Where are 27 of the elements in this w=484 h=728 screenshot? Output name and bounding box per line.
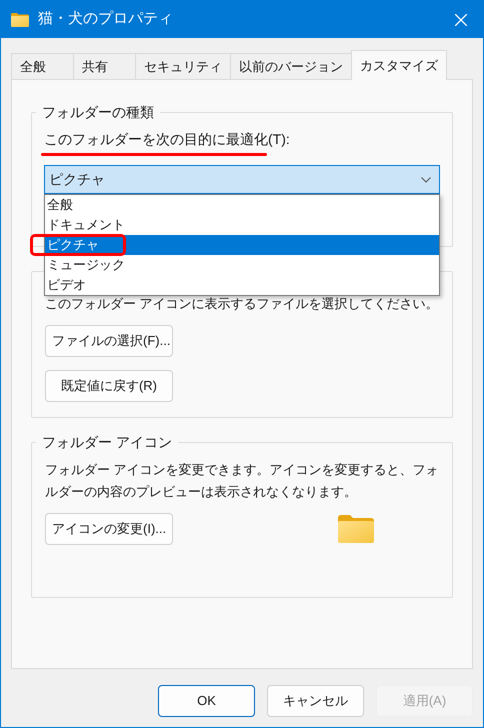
change-icon-button[interactable]: アイコンの変更(I)... [45,513,173,545]
tab[interactable]: 全般 [11,53,73,79]
field-label: このフォルダーを次の目的に最適化(T): [44,130,291,149]
dropdown-value: ピクチャ [49,170,105,189]
action-button[interactable]: 既定値に戻す(R) [45,370,173,402]
dialog-button[interactable]: OK [158,685,255,717]
dropdown-option[interactable]: 全般 [45,195,439,215]
dropdown-option[interactable]: ドキュメント [45,215,439,235]
dialog-button[interactable]: キャンセル [267,685,364,717]
tab[interactable]: カスタマイズ [351,50,447,80]
tab[interactable]: 共有 [73,53,135,79]
group-title: フォルダー アイコン [41,433,173,452]
tab[interactable]: セキュリティ [135,53,230,79]
folder-preview-icon [338,515,374,543]
close-icon[interactable] [455,14,467,26]
window-title: 猫・犬のプロパティ [38,9,173,30]
tab[interactable]: 以前のバージョン [230,53,351,79]
action-button[interactable]: ファイルの選択(F)... [45,325,173,357]
dropdown-option[interactable]: ビデオ [45,275,439,295]
dropdown-option[interactable]: ピクチャ [45,235,439,255]
group-description: このフォルダー アイコンに表示するファイルを選択してください。 [45,296,439,312]
group-description: フォルダー アイコンを変更できます。アイコンを変更すると、フォルダーの内容のプレビューは表示されなくなります。 [45,461,439,501]
chevron-down-icon [421,176,431,182]
folder-icon [11,12,29,26]
dropdown-option[interactable]: ミュージック [45,255,439,275]
group-title: フォルダーの種類 [41,103,155,122]
dropdown[interactable]: ピクチャ [44,165,440,194]
